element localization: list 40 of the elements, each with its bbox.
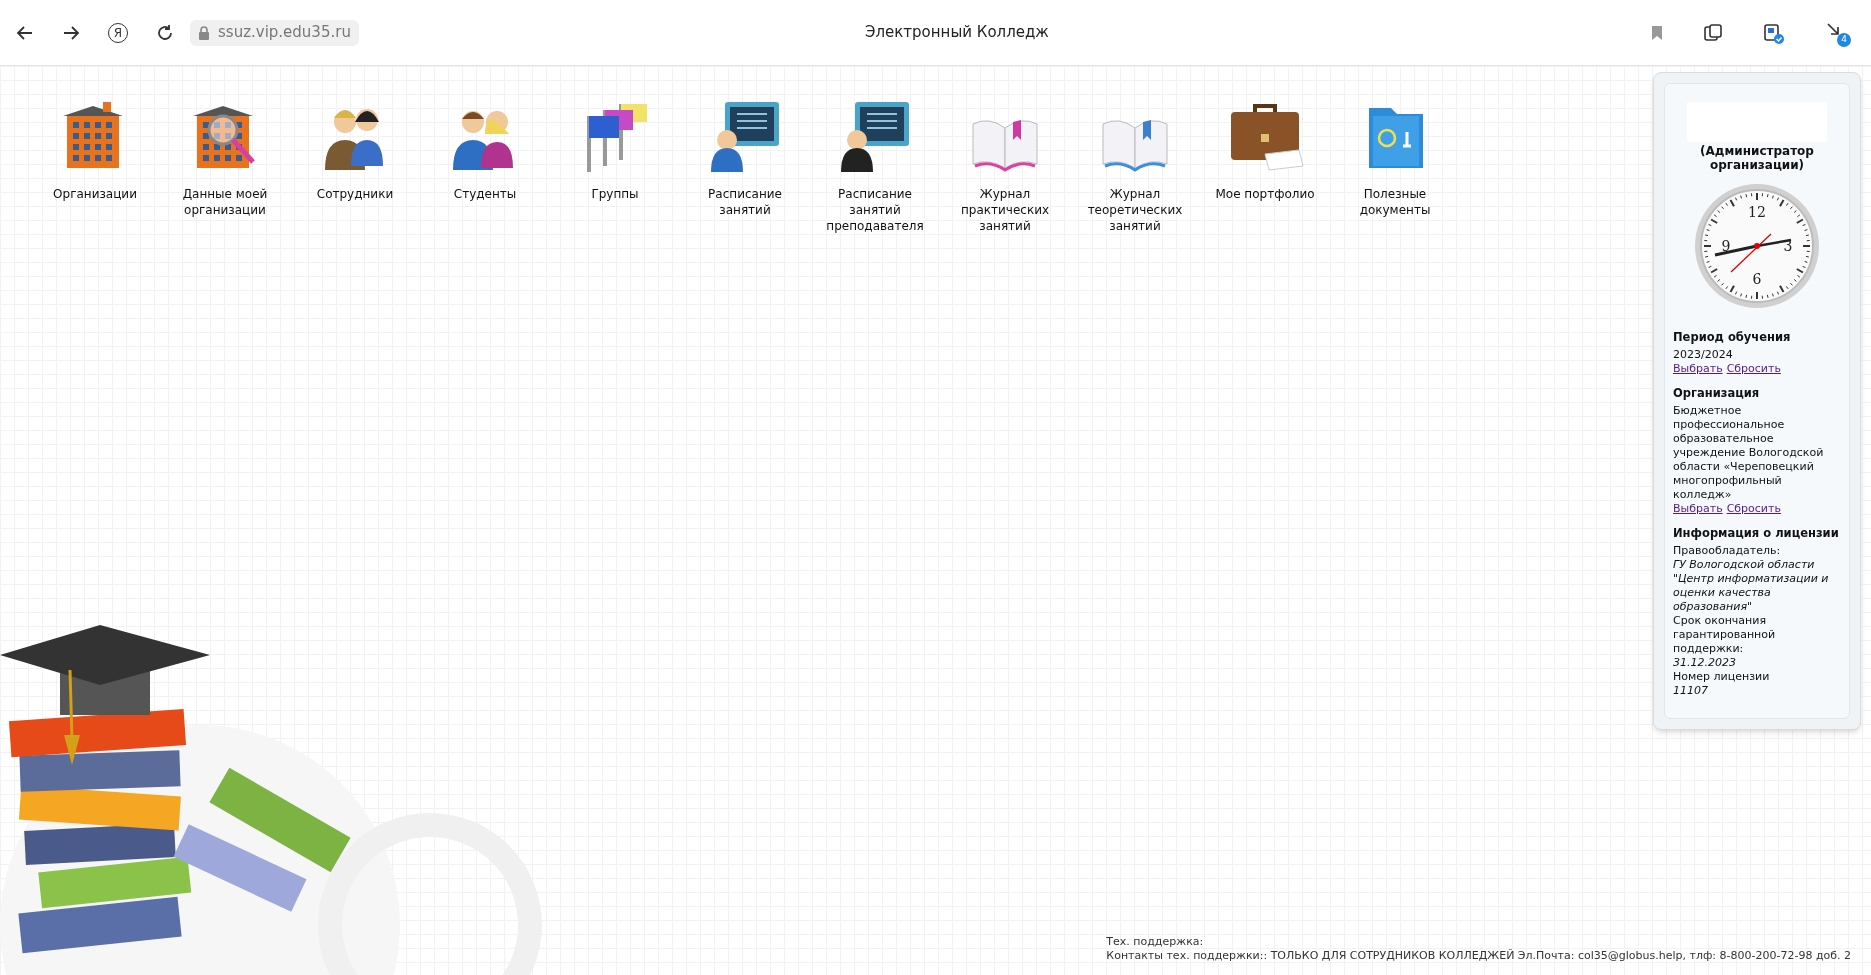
info-text: Правообладатель: — [1673, 544, 1782, 558]
bookmark-icon[interactable] — [1651, 24, 1663, 41]
app-link[interactable]: Сотрудники — [299, 186, 411, 202]
footer-text: Тех. поддержка: — [1106, 935, 1205, 949]
app-link[interactable]: Организации — [39, 186, 151, 202]
app-link[interactable]: Группы — [559, 186, 671, 202]
app-link[interactable]: Расписание занятий — [689, 186, 801, 218]
page-title: Электронный Колледж — [865, 22, 1049, 44]
app-link[interactable]: Мое портфолио — [1209, 186, 1321, 202]
back-icon[interactable] — [16, 23, 34, 42]
info-text: Номер лицензии — [1673, 670, 1771, 684]
app-link[interactable]: Полезные документы — [1339, 186, 1451, 218]
section-heading: Информация о лицензии — [1673, 526, 1840, 540]
info-text: ГУ Вологодской области "Центр информатизации и оценки качества образования" — [1673, 558, 1830, 614]
lock-icon — [198, 25, 210, 40]
app-link[interactable]: Журнал практических занятий — [949, 186, 1061, 234]
action-link[interactable]: Выбрать — [1673, 362, 1723, 376]
extension-icon[interactable] — [1763, 21, 1785, 44]
info-text: 2023/2024 — [1673, 348, 1734, 362]
info-text: Бюджетное профессиональное образовательное учреждение Вологодской области «Череповецкий многопрофильный колледж» — [1673, 404, 1825, 502]
url-text: ssuz.vip.edu35.ru — [218, 22, 351, 44]
footer-text: Контакты тех. поддержки:: ТОЛЬКО ДЛЯ СОТРУДНИКОВ КОЛЛЕДЖЕЙ Эл.Почта: col35@globus.help, тлф: 8-800-200-72-98 доб. 2 — [1106, 949, 1851, 963]
info-text: 11107 — [1673, 684, 1709, 698]
reload-icon[interactable] — [156, 23, 174, 42]
app-link[interactable]: Журнал теоретических занятий — [1079, 186, 1191, 234]
app-link[interactable]: Студенты — [429, 186, 541, 202]
address-bar[interactable]: ssuz.vip.edu35.ru — [190, 19, 359, 46]
info-text: 31.12.2023 — [1673, 656, 1737, 670]
user-role: (Администратор организации) — [1699, 144, 1815, 172]
downloads-count-badge: 4 — [1837, 32, 1851, 47]
action-link[interactable]: Сбросить — [1726, 362, 1781, 376]
info-text: Срок окончания гарантированной поддержки: — [1673, 614, 1777, 656]
app-link[interactable]: Данные моей организации — [169, 186, 281, 218]
collections-icon[interactable] — [1703, 22, 1723, 43]
section-heading: Организация — [1673, 386, 1761, 400]
section-heading: Период обучения — [1673, 330, 1792, 344]
action-link[interactable]: Выбрать — [1673, 502, 1723, 516]
forward-icon[interactable] — [62, 23, 80, 42]
app-link[interactable]: Расписание занятий преподавателя — [819, 186, 931, 234]
action-link[interactable]: Сбросить — [1726, 502, 1781, 516]
